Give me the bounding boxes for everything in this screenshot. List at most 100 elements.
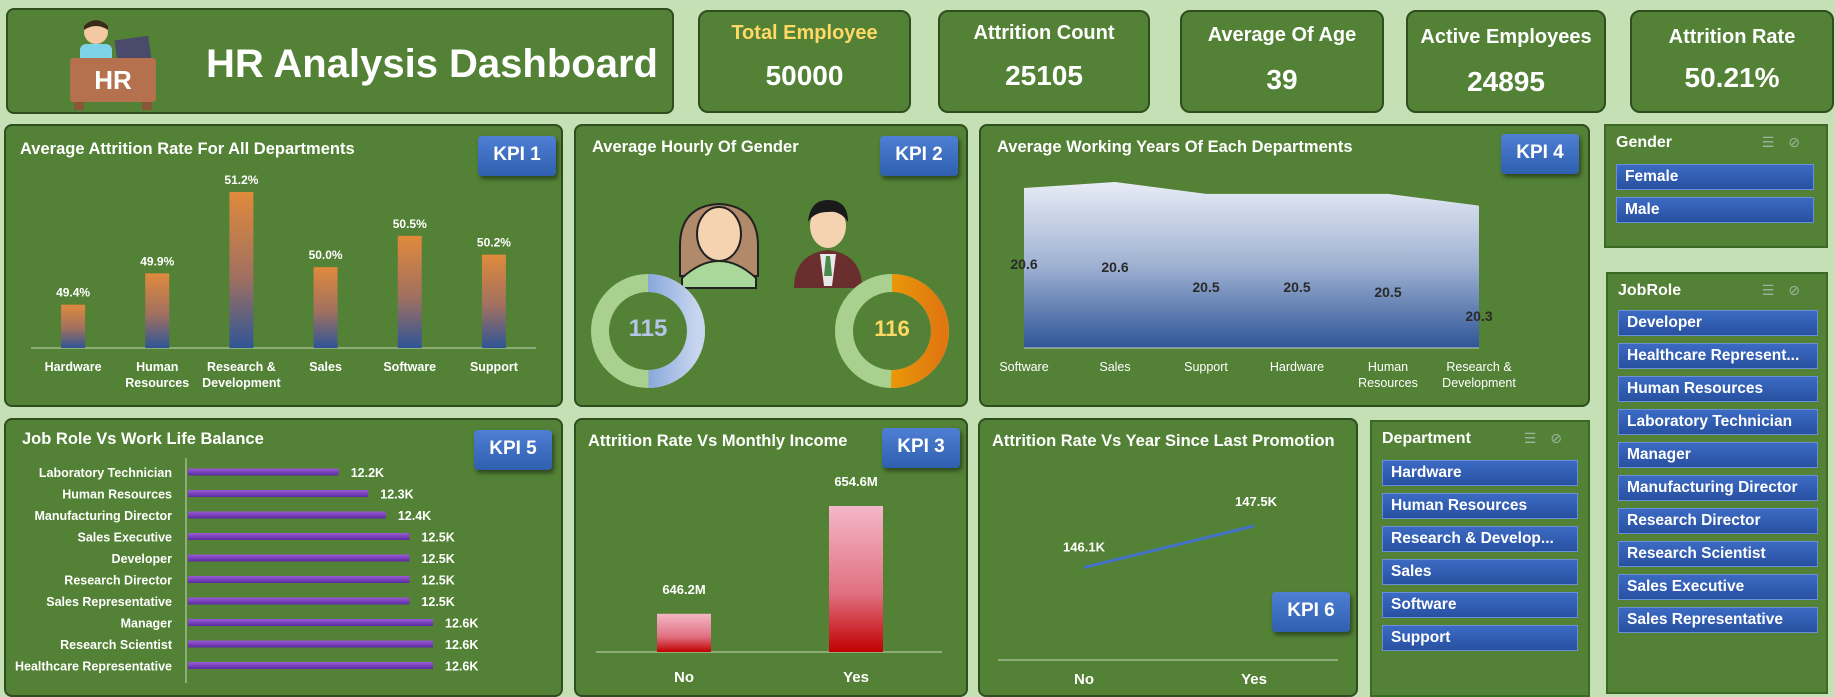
data-label: 646.2M xyxy=(662,582,705,597)
female-hourly-value: 115 xyxy=(629,315,668,342)
bar xyxy=(188,619,433,626)
slicer-title: Department xyxy=(1382,430,1471,447)
y-tick-label: Research Director xyxy=(64,574,172,588)
data-label: 20.5 xyxy=(1283,279,1310,295)
bar xyxy=(145,273,170,348)
bar xyxy=(188,640,433,648)
bar xyxy=(188,468,339,476)
bar xyxy=(657,613,711,652)
slicer-title: JobRole xyxy=(1618,282,1682,299)
data-label: 20.5 xyxy=(1192,279,1219,295)
panel-working-years: Average Working Years Of Each Department… xyxy=(979,124,1590,407)
data-label: 12.6K xyxy=(445,660,478,674)
x-tick-label: Hardware xyxy=(45,360,102,374)
data-label: 12.6K xyxy=(445,617,478,631)
x-tick-label: Yes xyxy=(1241,671,1267,688)
card-value: 50000 xyxy=(765,60,844,91)
slicer-item[interactable]: Hardware xyxy=(1382,460,1578,486)
slicer-item-female[interactable]: Female xyxy=(1616,164,1814,190)
slicer-item[interactable]: Sales Representative xyxy=(1618,607,1818,633)
data-label: 12.2K xyxy=(351,466,384,480)
slicer-item[interactable]: Human Resources xyxy=(1618,376,1818,402)
multiselect-icon[interactable]: ☰ xyxy=(1762,282,1789,298)
slicer-controls: ☰⊘ xyxy=(1762,134,1814,151)
bar xyxy=(481,254,506,348)
multiselect-icon[interactable]: ☰ xyxy=(1762,134,1789,150)
hr-desk-icon: HR xyxy=(70,20,156,110)
clear-filter-icon[interactable]: ⊘ xyxy=(1550,430,1576,446)
y-tick-label: Human Resources xyxy=(62,488,172,502)
slicer-item[interactable]: Developer xyxy=(1618,310,1818,336)
slicer-item[interactable]: Research & Develop... xyxy=(1382,526,1578,552)
slicer-item[interactable]: Software xyxy=(1382,592,1578,618)
area-series xyxy=(1024,182,1479,348)
card-average-age: Average Of Age 39 xyxy=(1180,10,1384,113)
chart-monthly-income: 646.2M No 654.6M Yes xyxy=(596,474,942,686)
y-tick-label: Healthcare Representative xyxy=(15,660,172,674)
card-label: Attrition Rate xyxy=(1668,26,1796,48)
y-tick-label: Research Scientist xyxy=(60,638,173,652)
panel-monthly-income: Attrition Rate Vs Monthly Income KPI 3 6… xyxy=(574,418,968,697)
bar xyxy=(313,267,338,348)
data-label: 147.5K xyxy=(1235,494,1278,509)
data-label: 20.6 xyxy=(1010,256,1037,272)
x-tick-label: Sales xyxy=(309,360,342,374)
card-label: Attrition Count xyxy=(973,22,1115,44)
male-avatar-icon xyxy=(794,200,862,288)
slicer-item[interactable]: Research Director xyxy=(1618,508,1818,534)
clear-filter-icon[interactable]: ⊘ xyxy=(1788,134,1814,150)
slicer-department: Department ☰⊘ Hardware Human Resources Res… xyxy=(1370,420,1590,697)
bar xyxy=(61,304,86,348)
slicer-item[interactable]: Support xyxy=(1382,625,1578,651)
x-tick-label: Human Resources xyxy=(125,360,189,390)
male-hourly-value: 116 xyxy=(874,316,910,341)
multiselect-icon[interactable]: ☰ xyxy=(1524,430,1551,446)
y-tick-label: Manager xyxy=(121,617,173,631)
data-label: 20.5 xyxy=(1374,284,1401,300)
data-label: 51.2% xyxy=(224,173,258,187)
card-total-employee: Total Employee 50000 xyxy=(698,10,911,113)
x-tick-label: Hardware xyxy=(1270,360,1324,374)
clear-filter-icon[interactable]: ⊘ xyxy=(1788,282,1814,298)
x-tick-label: Human Resources xyxy=(1358,360,1418,390)
bar xyxy=(829,506,883,652)
y-tick-label: Sales Executive xyxy=(77,531,172,545)
slicer-item[interactable]: Manufacturing Director xyxy=(1618,475,1818,501)
data-label: 20.3 xyxy=(1465,308,1492,324)
slicer-item[interactable]: Laboratory Technician xyxy=(1618,409,1818,435)
slicer-item[interactable]: Human Resources xyxy=(1382,493,1578,519)
slicer-item[interactable]: Sales Executive xyxy=(1618,574,1818,600)
slicer-item[interactable]: Sales xyxy=(1382,559,1578,585)
slicer-item[interactable]: Research Scientist xyxy=(1618,541,1818,567)
bar xyxy=(188,533,410,540)
data-label: 146.1K xyxy=(1063,539,1106,554)
chart-promotion: 146.1K No 147.5K Yes xyxy=(998,494,1338,688)
x-tick-label: Software xyxy=(999,360,1048,374)
dashboard-title: HR Analysis Dashboard xyxy=(206,42,658,86)
bar xyxy=(188,662,433,669)
female-avatar-icon xyxy=(679,202,759,289)
card-label: Total Employee xyxy=(731,22,878,44)
data-label: 12.5K xyxy=(421,531,454,545)
series-line xyxy=(1083,524,1255,569)
y-tick-label: Laboratory Technician xyxy=(39,466,172,480)
x-tick-label: No xyxy=(674,669,694,686)
x-tick-label: Support xyxy=(470,360,519,374)
slicer-controls: ☰⊘ xyxy=(1762,282,1814,299)
card-value: 39 xyxy=(1266,64,1298,95)
x-tick-label: No xyxy=(1074,671,1094,688)
x-tick-label: Software xyxy=(383,360,436,374)
slicer-item-male[interactable]: Male xyxy=(1616,197,1814,223)
slicer-item[interactable]: Manager xyxy=(1618,442,1818,468)
bar xyxy=(188,554,410,562)
card-active-employees: Active Employees 24895 xyxy=(1406,10,1606,113)
data-label: 49.4% xyxy=(56,286,90,300)
slicer-item[interactable]: Healthcare Represent... xyxy=(1618,343,1818,369)
slicer-jobrole: JobRole ☰⊘ Developer Healthcare Represent… xyxy=(1606,272,1828,694)
slicer-gender: Gender ☰⊘ Female Male xyxy=(1604,124,1828,248)
y-tick-label: Sales Representative xyxy=(46,595,172,609)
data-label: 12.3K xyxy=(380,488,413,502)
bar xyxy=(229,192,254,348)
x-tick-label: Research & Development xyxy=(202,360,281,390)
svg-text:HR: HR xyxy=(94,65,132,95)
